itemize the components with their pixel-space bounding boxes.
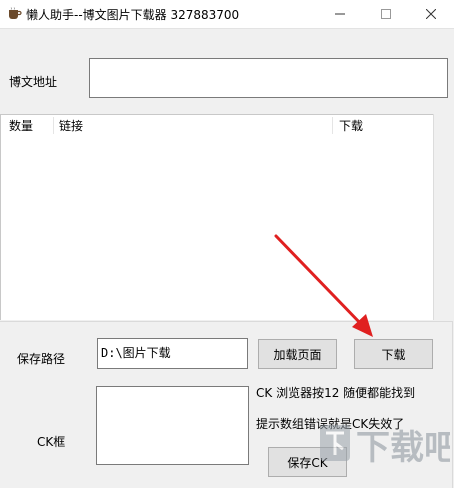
watermark-text: 下载吧 xyxy=(356,428,450,468)
annotation-arrow xyxy=(274,234,373,337)
watermark-logo: 下载吧 xyxy=(320,425,450,468)
